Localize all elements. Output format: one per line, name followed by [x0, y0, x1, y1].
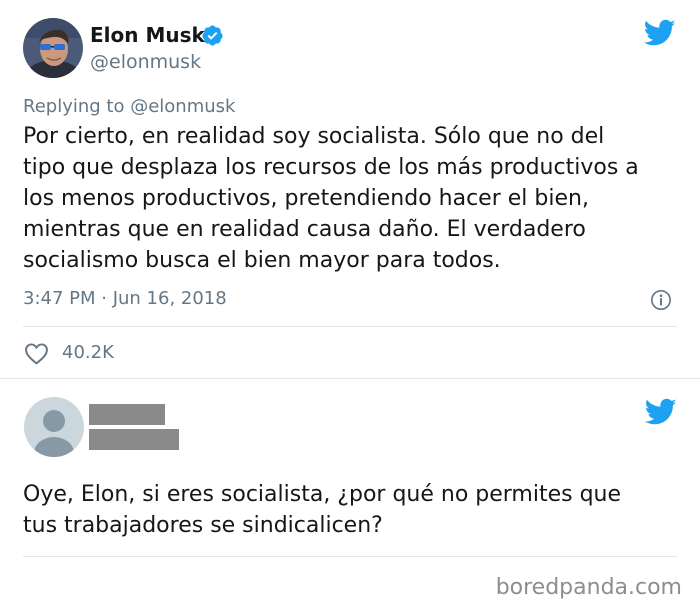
reply-text-line: Oye, Elon, si eres socialista, ¿por qué …: [23, 482, 622, 507]
redacted-author-name: [89, 404, 165, 425]
redacted-author-handle: [89, 429, 179, 450]
heart-icon[interactable]: [24, 342, 49, 365]
reply-context[interactable]: Replying to @elonmusk: [23, 95, 235, 119]
info-icon[interactable]: [650, 289, 672, 311]
tweet-text-line: Por cierto, en realidad soy socialista. …: [23, 124, 605, 149]
verified-badge-icon: [202, 25, 223, 46]
tweet-text-line: tipo que desplaza los recursos de los má…: [23, 155, 639, 180]
reply-text-line: tus trabajadores se sindicalicen?: [23, 513, 383, 538]
watermark: boredpanda.com: [495, 575, 682, 600]
twitter-bird-icon[interactable]: [645, 398, 677, 426]
twitter-bird-icon[interactable]: [644, 19, 676, 47]
tweet-text-line: socialismo busca el bien mayor para todo…: [23, 248, 501, 273]
screenshot-page: Elon Musk @elonmusk Replying to @elonmus…: [0, 0, 700, 610]
like-count: 40.2K: [62, 342, 114, 363]
default-avatar-icon[interactable]: [24, 397, 84, 457]
tweet-text: Por cierto, en realidad soy socialista. …: [23, 121, 683, 276]
tweet-text-line: mientras que en realidad causa daño. El …: [23, 217, 586, 242]
divider: [23, 556, 677, 557]
tweet-card: Elon Musk @elonmusk Replying to @elonmus…: [0, 0, 700, 380]
tweet-timestamp[interactable]: 3:47 PM · Jun 16, 2018: [23, 287, 227, 311]
tweet-text-line: los menos productivos, pretendiendo hace…: [23, 186, 589, 211]
avatar[interactable]: [23, 18, 83, 78]
reply-text: Oye, Elon, si eres socialista, ¿por qué …: [23, 479, 683, 541]
divider: [0, 378, 700, 379]
divider: [23, 326, 677, 327]
author-handle[interactable]: @elonmusk: [90, 50, 201, 74]
author-name[interactable]: Elon Musk: [90, 22, 205, 48]
